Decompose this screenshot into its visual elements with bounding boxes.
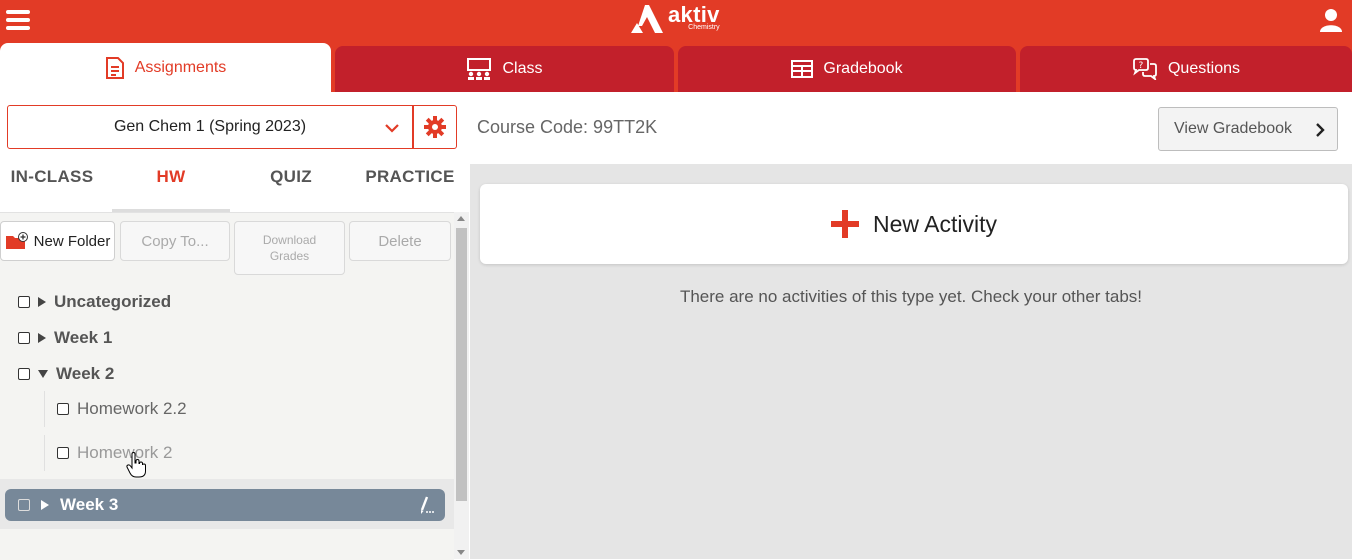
tab-hw[interactable]: HW — [112, 160, 230, 212]
new-folder-icon — [5, 232, 28, 249]
brand-logo[interactable]: aktiv Chemistry — [630, 4, 720, 36]
expand-arrow-icon[interactable] — [38, 297, 46, 307]
expand-arrow-icon[interactable] — [38, 333, 46, 343]
course-settings-button[interactable] — [413, 105, 457, 149]
main-tabs: Assignments Class Gradebook ? Questions — [0, 42, 1352, 92]
delete-label: Delete — [378, 232, 422, 250]
activities-area: New Activity There are no activities of … — [470, 164, 1352, 559]
table-icon — [791, 60, 814, 78]
collapse-arrow-icon[interactable] — [38, 370, 48, 378]
menu-icon[interactable] — [5, 7, 31, 33]
assignment-label: Homework 2 — [77, 443, 173, 462]
scroll-thumb[interactable] — [456, 228, 467, 501]
course-code: Course Code: 99TT2K — [477, 117, 658, 137]
course-select-value: Gen Chem 1 (Spring 2023) — [113, 118, 307, 135]
expand-arrow-icon[interactable] — [41, 500, 49, 510]
tab-assignments[interactable]: Assignments — [0, 43, 331, 92]
plus-icon — [831, 210, 859, 238]
course-select[interactable]: Gen Chem 1 (Spring 2023) — [7, 105, 413, 149]
svg-text:?: ? — [1138, 61, 1143, 71]
copy-to-button[interactable]: Copy To... — [120, 221, 230, 261]
tab-assignments-label: Assignments — [134, 58, 227, 76]
folder-checkbox[interactable] — [18, 499, 30, 511]
download-grades-button[interactable]: Download Grades — [234, 221, 345, 275]
new-folder-label: New Folder — [33, 232, 111, 250]
aktiv-logo-icon — [631, 5, 663, 33]
tab-questions-label: Questions — [1167, 60, 1241, 77]
folder-row-week-2[interactable]: Week 2 — [18, 359, 114, 389]
tab-in-class[interactable]: IN-CLASS — [0, 160, 111, 212]
top-bar: aktiv Chemistry — [0, 0, 1352, 42]
new-activity-label: New Activity — [873, 210, 997, 237]
folder-checkbox[interactable] — [18, 368, 30, 380]
folder-panel-scrollbar[interactable] — [454, 212, 469, 559]
new-folder-button[interactable]: New Folder — [0, 221, 115, 261]
view-gradebook-label: View Gradebook — [1174, 120, 1292, 137]
chevron-down-icon — [385, 124, 399, 133]
assignment-checkbox[interactable] — [57, 403, 69, 415]
assignment-checkbox[interactable] — [57, 447, 69, 459]
class-icon — [467, 58, 492, 80]
tab-gradebook-label: Gradebook — [823, 60, 903, 77]
user-avatar-icon[interactable] — [1318, 7, 1344, 33]
folder-row-week-1[interactable]: Week 1 — [18, 323, 112, 353]
new-activity-button[interactable]: New Activity — [480, 184, 1348, 264]
assignment-label: Homework 2.2 — [77, 399, 187, 418]
empty-state-message: There are no activities of this type yet… — [679, 287, 1143, 306]
assignment-type-tabs: IN-CLASS HW QUIZ PRACTICE — [0, 160, 470, 212]
tab-practice[interactable]: PRACTICE — [351, 160, 469, 212]
folder-label: Week 3 — [60, 495, 119, 514]
folder-panel: New Folder Copy To... Download Grades De… — [0, 212, 454, 560]
chevron-right-icon — [1316, 123, 1325, 137]
copy-to-label: Copy To... — [141, 232, 209, 250]
folder-checkbox[interactable] — [18, 296, 30, 308]
folder-checkbox[interactable] — [18, 332, 30, 344]
scroll-up-icon[interactable] — [457, 216, 465, 221]
view-gradebook-button[interactable]: View Gradebook — [1158, 107, 1338, 151]
tab-class-label: Class — [502, 60, 543, 77]
assignment-item[interactable]: Homework 2 — [44, 435, 453, 471]
brand-name: aktiv — [668, 2, 720, 27]
delete-button[interactable]: Delete — [349, 221, 451, 261]
hand-cursor-icon — [126, 452, 146, 478]
tab-questions[interactable]: ? Questions — [1020, 46, 1352, 92]
download-grades-line2: Grades — [269, 249, 310, 263]
download-grades-line1: Download — [262, 233, 317, 247]
tab-gradebook[interactable]: Gradebook — [678, 46, 1016, 92]
tab-class[interactable]: Class — [335, 46, 674, 92]
chat-question-icon: ? — [1133, 58, 1157, 80]
tab-quiz[interactable]: QUIZ — [232, 160, 350, 212]
folder-row-week-3[interactable]: Week 3 — [5, 489, 445, 521]
folder-row-uncategorized[interactable]: Uncategorized — [18, 287, 171, 317]
document-icon — [105, 56, 124, 79]
assignment-item[interactable]: Homework 2.2 — [44, 391, 453, 427]
edit-pencil-icon[interactable] — [418, 495, 434, 515]
gear-icon — [424, 116, 446, 138]
folder-label: Uncategorized — [54, 292, 172, 311]
scroll-down-icon[interactable] — [457, 550, 465, 555]
folder-label: Week 1 — [54, 328, 113, 347]
folder-label: Week 2 — [56, 364, 115, 383]
